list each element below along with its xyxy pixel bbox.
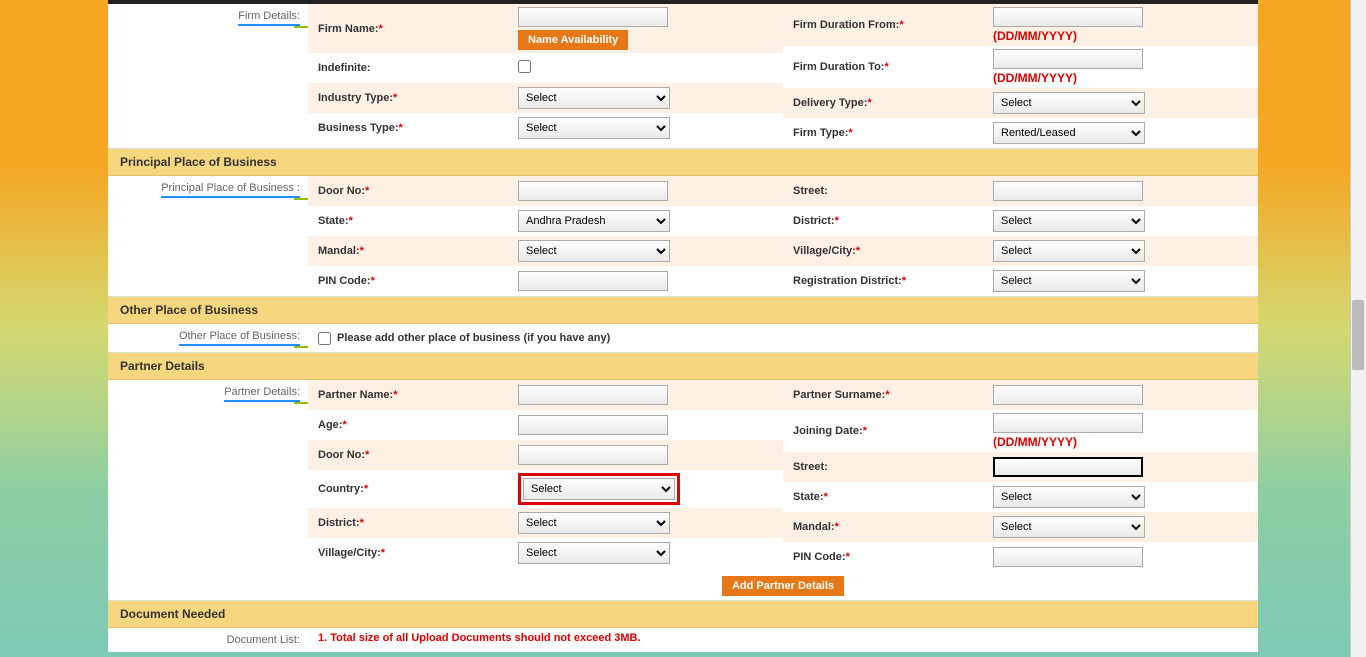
industry-label: Industry Type: (318, 92, 393, 104)
delivery-select[interactable]: Select (993, 92, 1145, 114)
pt-street-label: Street: (793, 461, 828, 473)
partner-section: Partner Details: Partner Name:* Age:* Do… (108, 380, 1258, 601)
pt-pin-label: PIN Code: (793, 551, 846, 563)
other-check-label: Please add other place of business (if y… (337, 332, 610, 344)
pt-state-select[interactable]: Select (993, 486, 1145, 508)
other-checkbox[interactable] (318, 332, 331, 345)
pt-age-label: Age: (318, 419, 342, 431)
duration-from-hint: (DD/MM/YYYY) (993, 29, 1258, 43)
p-door-input[interactable] (518, 181, 668, 201)
pt-village-label: Village/City: (318, 547, 381, 559)
pt-district-select[interactable]: Select (518, 512, 670, 534)
firm-name-label: Firm Name: (318, 23, 379, 35)
pt-surname-label: Partner Surname: (793, 389, 885, 401)
pt-country-select[interactable]: Select (523, 478, 675, 500)
delivery-label: Delivery Type: (793, 97, 867, 109)
indefinite-label: Indefinite: (318, 62, 371, 74)
pt-district-label: District: (318, 517, 360, 529)
scroll-thumb[interactable] (1352, 300, 1364, 370)
duration-from-label: Firm Duration From: (793, 19, 899, 31)
add-partner-button[interactable]: Add Partner Details (722, 576, 844, 596)
row-firmtype: Firm Type:* Rented/Leased (783, 118, 1258, 148)
business-label: Business Type: (318, 122, 399, 134)
row-delivery: Delivery Type:* Select (783, 88, 1258, 118)
document-side-label: Document List: (108, 628, 308, 652)
row-duration-from: Firm Duration From:* (DD/MM/YYYY) (783, 4, 1258, 46)
p-state-select[interactable]: Andhra Pradesh (518, 210, 670, 232)
pt-join-hint: (DD/MM/YYYY) (993, 435, 1258, 449)
other-side-label: Other Place of Business: (108, 324, 308, 352)
partner-header: Partner Details (108, 353, 1258, 380)
p-district-select[interactable]: Select (993, 210, 1145, 232)
firm-name-input[interactable] (518, 7, 668, 27)
p-door-label: Door No: (318, 185, 365, 197)
p-regdist-label: Registration District: (793, 275, 902, 287)
firmtype-label: Firm Type: (793, 127, 848, 139)
row-indefinite: Indefinite: (308, 53, 783, 83)
industry-select[interactable]: Select (518, 87, 670, 109)
pt-join-input[interactable] (993, 413, 1143, 433)
business-select[interactable]: Select (518, 117, 670, 139)
pt-state-label: State: (793, 491, 824, 503)
scrollbar[interactable] (1350, 0, 1366, 657)
document-section: Document List: 1. Total size of all Uplo… (108, 628, 1258, 652)
pt-village-select[interactable]: Select (518, 542, 670, 564)
duration-to-hint: (DD/MM/YYYY) (993, 71, 1258, 85)
other-section: Other Place of Business: Please add othe… (108, 324, 1258, 353)
pt-name-input[interactable] (518, 385, 668, 405)
p-mandal-select[interactable]: Select (518, 240, 670, 262)
principal-side-label: Principal Place of Business : (108, 176, 308, 296)
principal-section: Principal Place of Business : Door No:* … (108, 176, 1258, 297)
firmtype-select[interactable]: Rented/Leased (993, 122, 1145, 144)
p-state-label: State: (318, 215, 349, 227)
duration-to-input[interactable] (993, 49, 1143, 69)
country-highlight: Select (518, 473, 680, 505)
pt-street-input[interactable] (993, 457, 1143, 477)
partner-side-label: Partner Details: (108, 380, 308, 600)
indefinite-checkbox[interactable] (518, 60, 531, 73)
other-header: Other Place of Business (108, 297, 1258, 324)
pt-country-label: Country: (318, 483, 364, 495)
row-business: Business Type:* Select (308, 113, 783, 143)
firm-side-label: Firm Details: (108, 4, 308, 148)
p-street-input[interactable] (993, 181, 1143, 201)
pt-mandal-select[interactable]: Select (993, 516, 1145, 538)
name-availability-button[interactable]: Name Availability (518, 30, 628, 50)
pt-mandal-label: Mandal: (793, 521, 835, 533)
firm-details-section: Firm Details: Firm Name:* Name Availabil… (108, 4, 1258, 149)
p-street-label: Street: (793, 185, 828, 197)
row-duration-to: Firm Duration To:* (DD/MM/YYYY) (783, 46, 1258, 88)
pt-age-input[interactable] (518, 415, 668, 435)
p-pin-label: PIN Code: (318, 275, 371, 287)
pt-pin-input[interactable] (993, 547, 1143, 567)
row-firm-name: Firm Name:* Name Availability (308, 4, 783, 53)
p-regdist-select[interactable]: Select (993, 270, 1145, 292)
page-wrap: Firm Details: Firm Name:* Name Availabil… (108, 0, 1258, 652)
p-pin-input[interactable] (518, 271, 668, 291)
duration-to-label: Firm Duration To: (793, 61, 884, 73)
pt-name-label: Partner Name: (318, 389, 393, 401)
document-note: 1. Total size of all Upload Documents sh… (308, 628, 651, 652)
pt-door-label: Door No: (318, 449, 365, 461)
principal-header: Principal Place of Business (108, 149, 1258, 176)
pt-join-label: Joining Date: (793, 425, 863, 437)
p-village-label: Village/City: (793, 245, 856, 257)
pt-surname-input[interactable] (993, 385, 1143, 405)
duration-from-input[interactable] (993, 7, 1143, 27)
document-header: Document Needed (108, 601, 1258, 628)
p-district-label: District: (793, 215, 835, 227)
pt-door-input[interactable] (518, 445, 668, 465)
row-industry: Industry Type:* Select (308, 83, 783, 113)
p-village-select[interactable]: Select (993, 240, 1145, 262)
p-mandal-label: Mandal: (318, 245, 360, 257)
